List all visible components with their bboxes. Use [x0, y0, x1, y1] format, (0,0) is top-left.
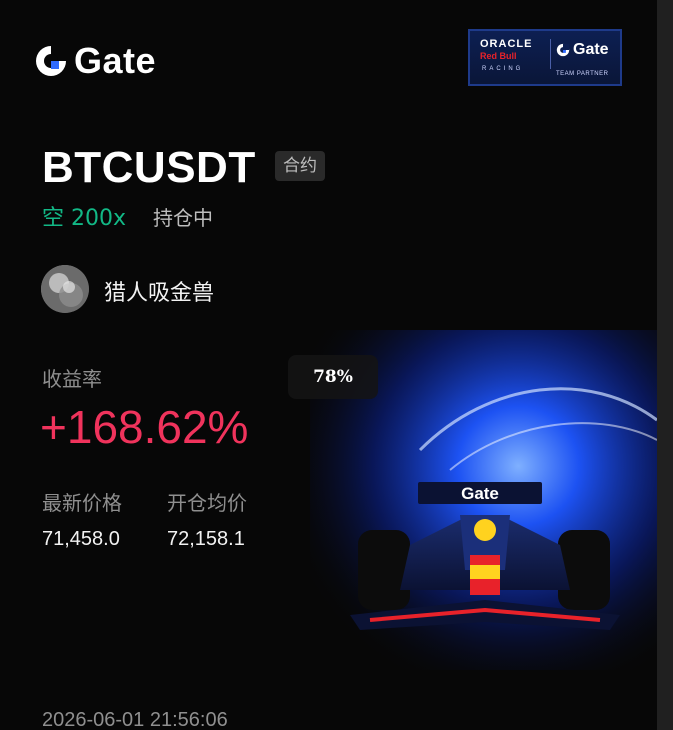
rear-wing-brand: Gate: [461, 484, 499, 503]
contract-type-tag: 合约: [275, 151, 325, 181]
gate-logo-icon: [36, 46, 66, 76]
avatar-image: [41, 265, 89, 313]
partner-line-3: RACING: [482, 66, 524, 72]
position-status: 持仓中: [153, 206, 213, 230]
trading-pair: BTCUSDT: [42, 143, 256, 192]
timestamp: 2026-06-01 21:56:06: [42, 709, 228, 730]
partner-tagline: TEAM PARTNER: [556, 71, 609, 77]
zoom-level-indicator: 78%: [288, 355, 378, 399]
partner-line-2: Red Bull: [480, 51, 517, 61]
position-side-leverage: 空 200x: [42, 206, 127, 231]
username: 猎人吸金兽: [104, 281, 215, 306]
entry-price-label: 开仓均价: [167, 491, 247, 515]
partner-gate: Gate: [556, 41, 609, 59]
gate-logo: Gate: [34, 40, 156, 82]
window-edge: [657, 0, 673, 730]
entry-price-value: 72,158.1: [167, 528, 245, 550]
latest-price-value: 71,458.0: [42, 528, 120, 550]
partner-gate-icon: [556, 43, 570, 57]
yield-label: 收益率: [42, 367, 102, 391]
avatar: [41, 265, 89, 313]
yield-value: +168.62%: [40, 401, 249, 453]
partner-gate-label: Gate: [573, 41, 609, 58]
brand-name: Gate: [74, 40, 157, 81]
share-card: Gate ORACLE Red Bull RACING Gate TEAM PA…: [0, 0, 657, 730]
partner-divider: [550, 39, 551, 69]
partner-line-1: ORACLE: [480, 38, 533, 50]
latest-price-label: 最新价格: [42, 491, 122, 515]
partner-badge: ORACLE Red Bull RACING Gate TEAM PARTNER: [468, 29, 622, 86]
